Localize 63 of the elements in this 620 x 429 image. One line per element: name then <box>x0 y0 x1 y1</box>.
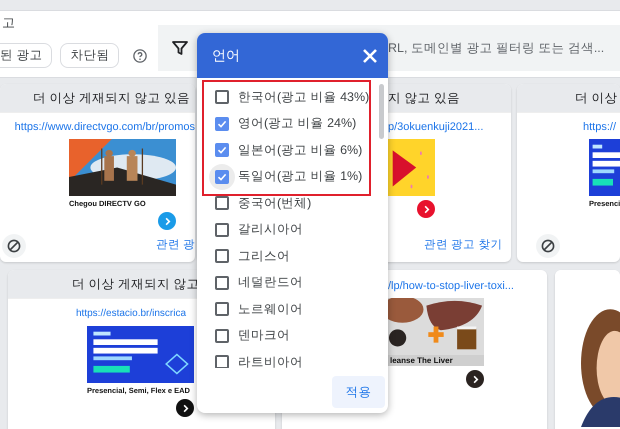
close-icon <box>362 48 378 64</box>
checkbox[interactable] <box>215 143 229 158</box>
language-option[interactable]: 영어(광고 비율 24%) <box>204 110 369 137</box>
chevron-icon <box>422 204 430 214</box>
language-label: 중국어(번체) <box>238 194 312 212</box>
language-label: 독일어(광고 비율 1%) <box>238 168 362 186</box>
dialog-title: 언어 <box>212 46 240 65</box>
language-option[interactable]: 라트비아어 <box>197 349 388 368</box>
checkbox[interactable] <box>215 249 229 264</box>
checkbox[interactable] <box>215 222 229 237</box>
chevron-icon <box>162 216 172 226</box>
language-label: 그리스어 <box>238 248 290 265</box>
ad-url-link[interactable]: p/3okuenkuji2021... <box>388 120 484 134</box>
language-label: 노르웨이어 <box>238 300 303 318</box>
language-option[interactable]: 독일어(광고 비율 1%) <box>204 164 369 190</box>
ad-url-link[interactable]: /lp/how-to-stop-liver-toxi... <box>388 279 514 293</box>
apply-button[interactable]: 적용 <box>332 376 385 408</box>
card-header: 더 이상 게재되지 않고 있음 <box>0 84 195 113</box>
checkbox[interactable] <box>215 196 229 210</box>
language-option[interactable]: 덴마크어 <box>197 322 388 349</box>
close-button[interactable] <box>362 48 378 64</box>
language-option[interactable]: 노르웨이어 <box>197 296 388 322</box>
check-icon <box>217 118 227 129</box>
language-label: 라트비아어 <box>238 354 303 368</box>
language-option[interactable]: 한국어(광고 비율 43%) <box>204 84 369 110</box>
filter-icon[interactable] <box>172 40 188 56</box>
filter-button[interactable]: 된 광고 <box>0 43 52 68</box>
language-option[interactable]: 갈리시아어 <box>197 216 388 243</box>
ad-url-link[interactable]: https:// <box>583 120 616 134</box>
language-label: 덴마크어 <box>238 327 290 344</box>
card-header: 더 이상 <box>517 84 620 113</box>
next-arrow-button[interactable] <box>176 399 194 417</box>
related-ads-link[interactable]: 관련 광고 찾기 <box>424 236 502 254</box>
ad-url-link[interactable]: https://www.directvgo.com/br/promos <box>14 120 195 134</box>
language-label: 갈리시아어 <box>238 221 303 238</box>
chevron-icon <box>470 374 480 384</box>
language-label: 한국어(광고 비율 43%) <box>238 88 370 106</box>
section-label: 고 <box>2 15 15 31</box>
language-label: 영어(광고 비율 24%) <box>238 115 356 132</box>
language-option[interactable]: 중국어(번체) <box>197 190 388 216</box>
help-icon[interactable] <box>133 48 148 62</box>
checkbox[interactable] <box>215 276 229 290</box>
search-field[interactable]: RL, 도메인별 광고 필터링 또는 검색... <box>388 38 620 58</box>
ad-url-link[interactable]: https://estacio.br/inscrica <box>76 307 186 321</box>
filter-button[interactable]: 차단됨 <box>60 43 120 68</box>
checkbox[interactable] <box>215 302 229 316</box>
related-ads-link[interactable]: 관련 광 <box>156 237 195 255</box>
chevron-icon <box>180 404 190 412</box>
check-icon <box>217 172 227 182</box>
block-icon[interactable] <box>2 234 26 258</box>
scrollbar-thumb[interactable] <box>379 84 384 139</box>
ad-headline: leanse The Liver <box>388 355 484 366</box>
checkbox[interactable] <box>215 355 229 368</box>
checkbox[interactable] <box>215 328 229 343</box>
language-option[interactable]: 그리스어 <box>197 243 388 270</box>
checkbox[interactable] <box>215 116 229 131</box>
next-arrow-button[interactable] <box>466 370 484 388</box>
language-option[interactable]: 일본어(광고 비율 6%) <box>204 137 369 164</box>
check-icon <box>217 145 227 156</box>
language-label: 일본어(광고 비율 6%) <box>238 142 362 159</box>
block-icon[interactable] <box>536 234 560 258</box>
checkbox[interactable] <box>215 170 229 184</box>
checkbox[interactable] <box>215 90 229 104</box>
